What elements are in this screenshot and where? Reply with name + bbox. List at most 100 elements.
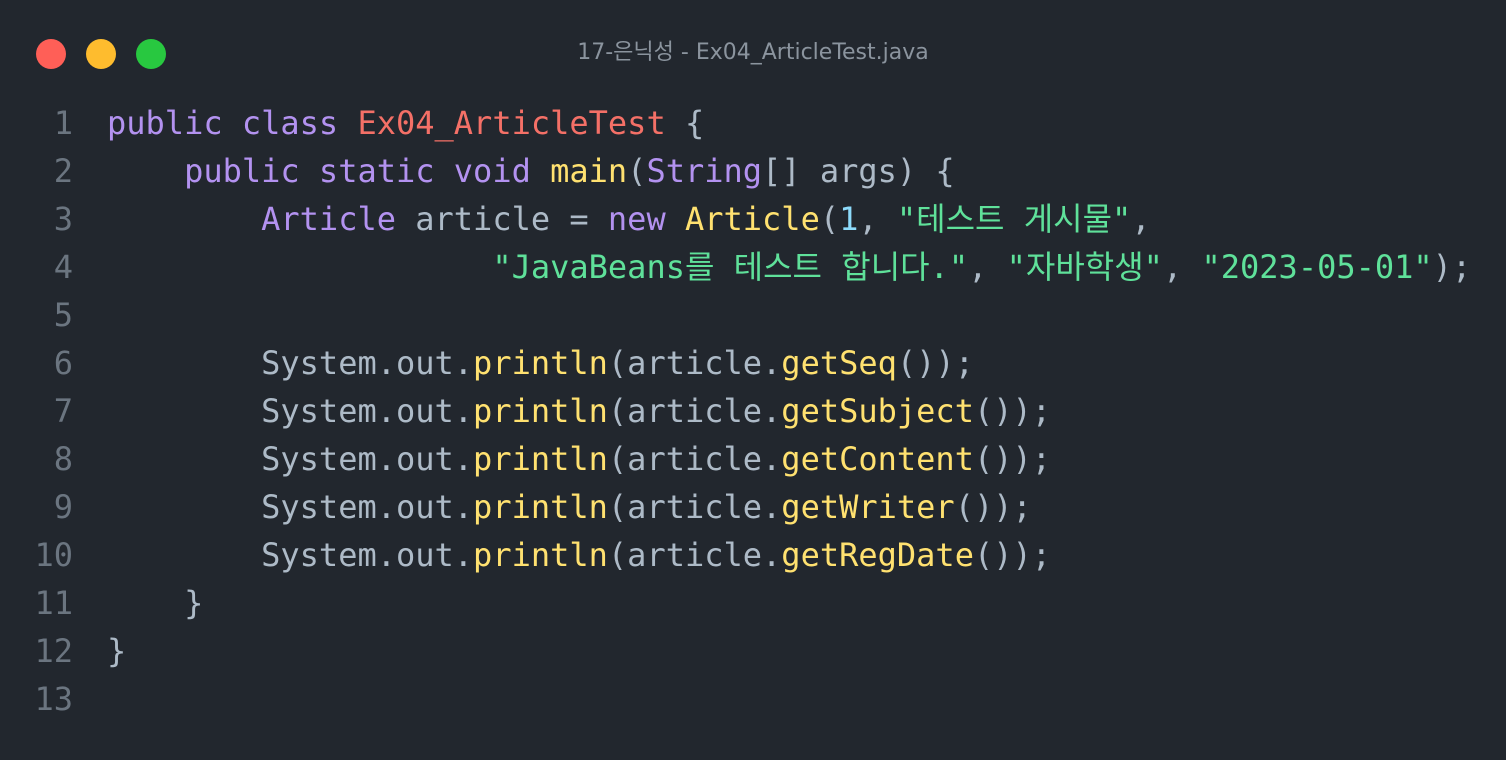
code-text: public class Ex04_ArticleTest {	[107, 99, 704, 147]
code-token-keyword: static	[318, 152, 435, 190]
code-token-plain: );	[1432, 248, 1472, 286]
code-token-plain: article =	[395, 200, 608, 238]
line-number: 8	[53, 440, 73, 478]
code-line: 3 Article article = new Article(1, "테스트 …	[0, 195, 1471, 243]
code-token-plain: ,	[1162, 248, 1202, 286]
code-token-plain: ());	[973, 440, 1052, 478]
code-line: 12}	[0, 627, 1471, 675]
code-token-plain: System.out.	[107, 344, 474, 382]
code-token-plain: ,	[968, 248, 1007, 286]
code-token-plain: (article.	[607, 344, 782, 382]
code-token-plain: (	[819, 200, 840, 238]
line-number: 11	[34, 584, 73, 622]
code-text: }	[107, 579, 203, 627]
code-token-plain: System.out.	[107, 392, 474, 430]
code-line: 4 "JavaBeans를 테스트 합니다.", "자바학생", "2023-0…	[0, 243, 1471, 291]
code-token-plain: (article.	[607, 488, 782, 526]
code-text: System.out.println(article.getWriter());	[107, 483, 1032, 531]
code-token-keyword: public	[184, 152, 300, 190]
code-text: public static void main(String[] args) {	[107, 147, 955, 195]
code-token-plain: (article.	[607, 440, 782, 478]
line-number: 7	[53, 392, 73, 430]
code-token-function: Article	[684, 200, 820, 238]
line-number: 10	[34, 536, 73, 574]
line-number: 1	[53, 104, 73, 142]
line-number: 13	[34, 680, 73, 718]
code-token-plain: (	[627, 152, 647, 190]
line-number: 5	[53, 296, 73, 334]
code-token-plain: System.out.	[107, 440, 474, 478]
code-token-function: println	[473, 488, 608, 526]
code-token-plain: }	[107, 584, 204, 622]
code-token-keyword: void	[453, 152, 531, 190]
code-token-function: getRegDate	[781, 536, 974, 574]
code-token-string: "자바학생"	[1006, 248, 1163, 286]
code-line: 13	[0, 675, 1471, 723]
code-token-plain: (article.	[607, 536, 782, 574]
code-token-keyword: public	[107, 104, 223, 142]
code-token-function: getSeq	[781, 344, 897, 382]
code-token-function: println	[473, 392, 608, 430]
code-text: }	[107, 627, 126, 675]
line-number: 12	[34, 632, 73, 670]
code-token-plain: {	[665, 104, 705, 142]
line-number: 4	[53, 248, 73, 286]
code-token-plain: System.out.	[107, 536, 474, 574]
line-number: 9	[53, 488, 73, 526]
code-line: 7 System.out.println(article.getSubject(…	[0, 387, 1471, 435]
code-token-function: println	[473, 536, 608, 574]
code-token-plain: [] args) {	[762, 152, 955, 190]
code-token-function: getSubject	[781, 392, 974, 430]
code-token-string: "2023-05-01"	[1201, 248, 1433, 286]
code-token-string: "테스트 게시물"	[896, 200, 1132, 238]
code-line: 6 System.out.println(article.getSeq());	[0, 339, 1471, 387]
code-text: "JavaBeans를 테스트 합니다.", "자바학생", "2023-05-…	[107, 243, 1471, 291]
code-line: 9 System.out.println(article.getWriter()…	[0, 483, 1471, 531]
code-token-keyword: new	[607, 200, 666, 238]
code-token-classname: Ex04_ArticleTest	[357, 104, 666, 142]
code-token-plain: System.out.	[107, 488, 474, 526]
code-token-string: "JavaBeans를 테스트 합니다."	[492, 248, 969, 286]
code-token-plain: ());	[973, 392, 1052, 430]
code-line: 2 public static void main(String[] args)…	[0, 147, 1471, 195]
code-token-function: getContent	[781, 440, 974, 478]
code-text: System.out.println(article.getRegDate())…	[107, 531, 1051, 579]
code-token-plain: ());	[973, 536, 1052, 574]
code-line: 5	[0, 291, 1471, 339]
code-window: 17-은닉성 - Ex04_ArticleTest.java 1 public c…	[0, 0, 1506, 760]
code-line: 11 }	[0, 579, 1471, 627]
code-token-keyword: String	[646, 152, 763, 190]
code-token-keyword: Article	[261, 200, 396, 238]
code-token-function: main	[550, 152, 628, 190]
code-token-keyword: class	[241, 104, 339, 142]
code-line: 8 System.out.println(article.getContent(…	[0, 435, 1471, 483]
line-number: 3	[53, 200, 73, 238]
code-editor: 1 public class Ex04_ArticleTest {2 public…	[0, 99, 1471, 723]
code-token-plain: ,	[858, 200, 897, 238]
window-title: 17-은닉성 - Ex04_ArticleTest.java	[577, 40, 929, 65]
code-text: Article article = new Article(1, "테스트 게시…	[107, 195, 1151, 243]
code-token-plain: ());	[896, 344, 974, 382]
code-token-plain: }	[107, 632, 127, 670]
code-token-function: println	[473, 344, 608, 382]
code-line: 10 System.out.println(article.getRegDate…	[0, 531, 1471, 579]
code-token-plain: (article.	[607, 392, 782, 430]
code-line: 1 public class Ex04_ArticleTest {	[0, 99, 1471, 147]
code-token-function: getWriter	[781, 488, 955, 526]
code-token-plain: ());	[954, 488, 1032, 526]
code-text: System.out.println(article.getSubject())…	[107, 387, 1051, 435]
code-text: System.out.println(article.getContent())…	[107, 435, 1051, 483]
code-text: System.out.println(article.getSeq());	[107, 339, 974, 387]
line-number: 2	[53, 152, 73, 190]
code-token-number: 1	[839, 200, 859, 238]
code-token-plain: ,	[1131, 200, 1151, 238]
